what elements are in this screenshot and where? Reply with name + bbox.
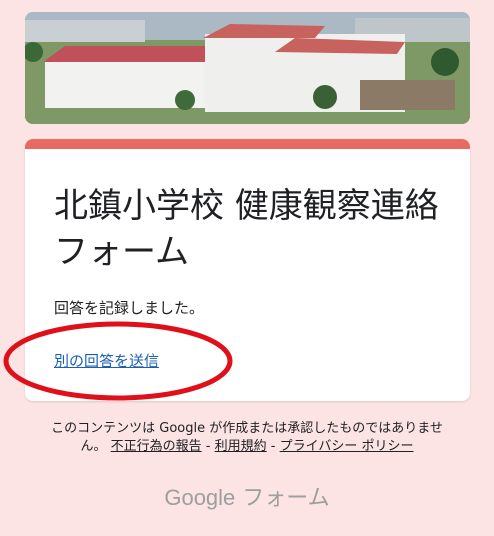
- confirmation-message: 回答を記録しました。: [54, 299, 205, 317]
- card-accent-bar: [25, 139, 470, 149]
- google-wordmark: Google: [164, 485, 236, 510]
- separator: -: [266, 439, 280, 454]
- form-title: 北鎮小学校 健康観察連絡フォーム: [54, 186, 439, 272]
- confirmation-card: 北鎮小学校 健康観察連絡フォーム 回答を記録しました。 別の回答を送信: [25, 139, 470, 401]
- separator: -: [201, 439, 215, 454]
- school-photo: [25, 12, 470, 124]
- privacy-link[interactable]: プライバシー ポリシー: [280, 439, 414, 454]
- header-image: [25, 12, 470, 124]
- forms-wordmark: フォーム: [242, 486, 330, 511]
- terms-link[interactable]: 利用規約: [215, 439, 267, 454]
- google-forms-logo[interactable]: Google フォーム: [0, 480, 494, 512]
- submit-another-link[interactable]: 別の回答を送信: [54, 350, 159, 371]
- footer-disclaimer: このコンテンツは Google が作成または承認したものではありません。 不正行…: [40, 420, 454, 456]
- report-abuse-link[interactable]: 不正行為の報告: [111, 439, 202, 454]
